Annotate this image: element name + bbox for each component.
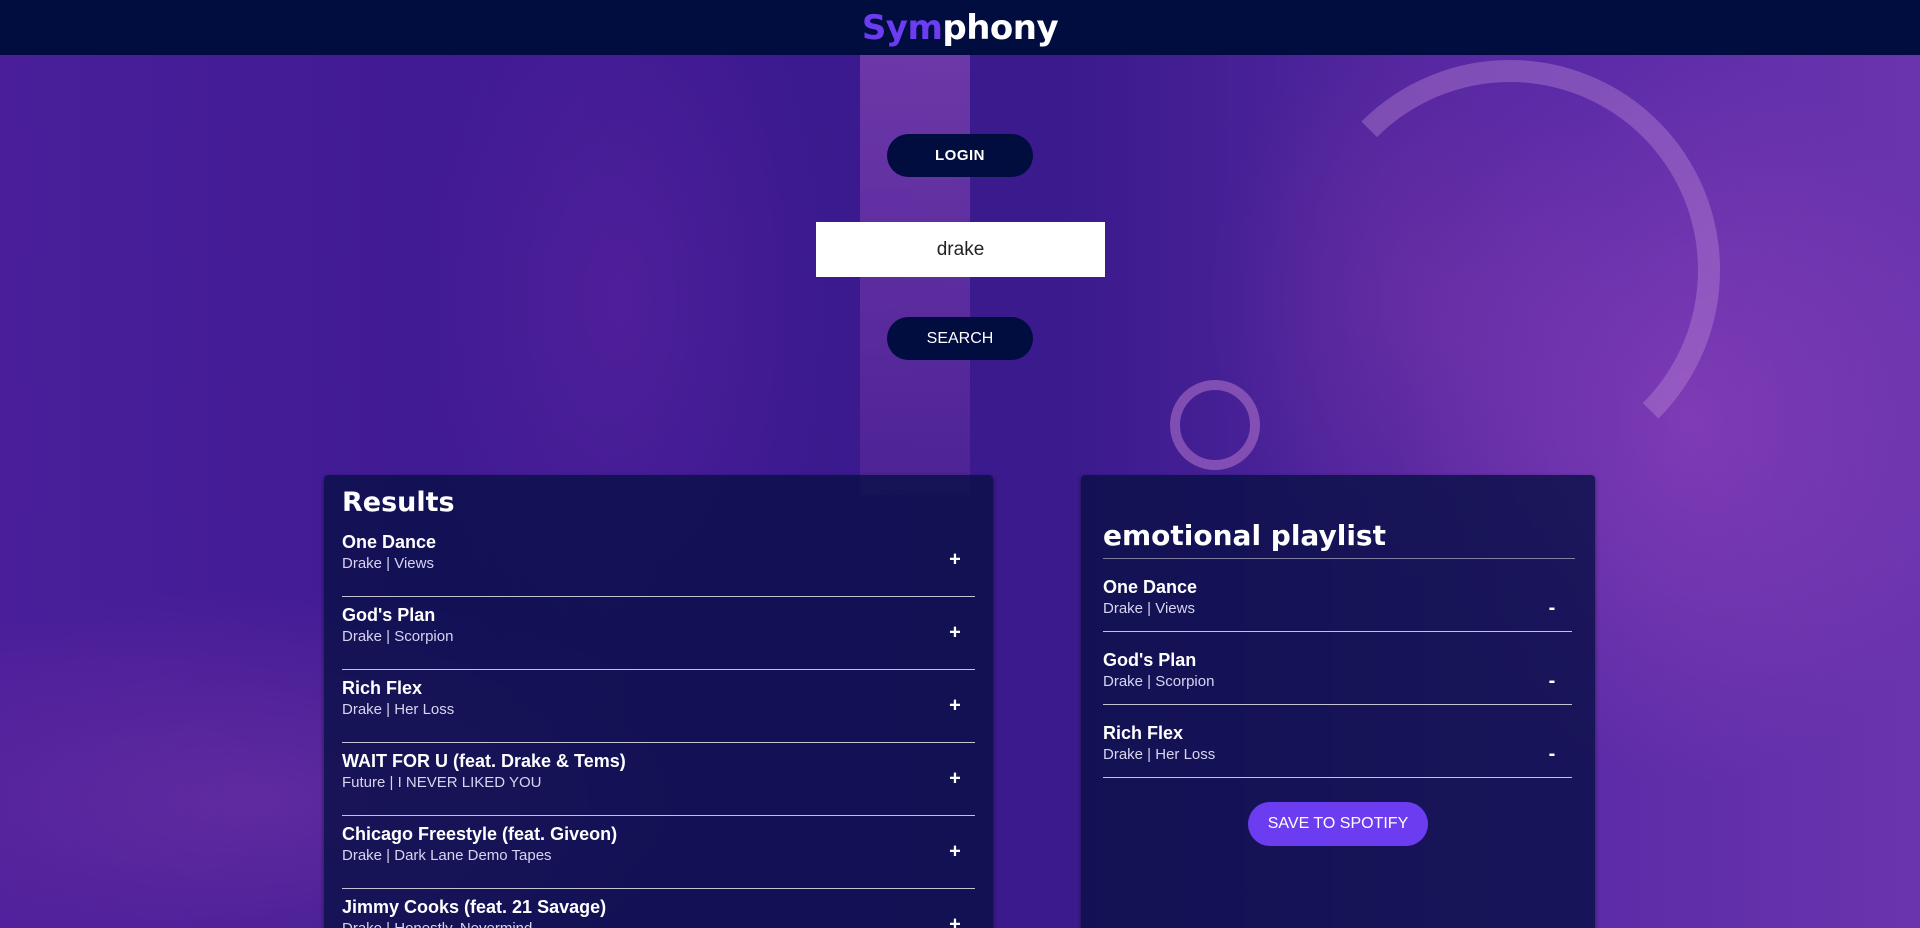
brand-logo: Symphony bbox=[861, 7, 1059, 48]
track-title: One Dance bbox=[342, 532, 437, 552]
track-meta: Drake | Views bbox=[1103, 600, 1195, 617]
track-title: Jimmy Cooks (feat. 21 Savage) bbox=[342, 897, 607, 917]
results-panel: Results One Dance Drake | Views + God's … bbox=[324, 475, 993, 928]
track-meta: Drake | Views bbox=[342, 555, 434, 572]
brand-text: phony bbox=[942, 7, 1059, 48]
track-meta: Drake | Scorpion bbox=[1103, 673, 1215, 690]
playlist-track: One Dance Drake | Views - bbox=[1103, 559, 1572, 632]
track-meta: Future | I NEVER LIKED YOU bbox=[342, 774, 542, 791]
add-track-button[interactable]: + bbox=[943, 914, 967, 928]
result-track: WAIT FOR U (feat. Drake & Tems) Future |… bbox=[342, 743, 975, 816]
result-track: Chicago Freestyle (feat. Giveon) Drake |… bbox=[342, 816, 975, 889]
playlist-track: God's Plan Drake | Scorpion - bbox=[1103, 632, 1572, 705]
playlist-list: One Dance Drake | Views - God's Plan Dra… bbox=[1103, 559, 1573, 778]
add-track-button[interactable]: + bbox=[943, 622, 967, 645]
save-to-spotify-button[interactable]: SAVE TO SPOTIFY bbox=[1248, 802, 1428, 846]
track-title: God's Plan bbox=[342, 605, 436, 625]
background-headphone-band bbox=[1300, 60, 1720, 480]
track-title: One Dance bbox=[1103, 577, 1198, 597]
background-headphone bbox=[1170, 380, 1260, 470]
track-title: Chicago Freestyle (feat. Giveon) bbox=[342, 824, 618, 844]
app-root: Symphony LOGIN SEARCH Results One Dance … bbox=[0, 0, 1920, 928]
add-track-button[interactable]: + bbox=[943, 841, 967, 864]
track-title: WAIT FOR U (feat. Drake & Tems) bbox=[342, 751, 626, 771]
remove-track-button[interactable]: - bbox=[1540, 597, 1564, 620]
top-bar: Symphony bbox=[0, 0, 1920, 55]
playlist-track: Rich Flex Drake | Her Loss - bbox=[1103, 705, 1572, 778]
result-track: God's Plan Drake | Scorpion + bbox=[342, 597, 975, 670]
result-track: One Dance Drake | Views + bbox=[342, 524, 975, 597]
track-meta: Drake | Her Loss bbox=[1103, 746, 1216, 763]
result-track: Rich Flex Drake | Her Loss + bbox=[342, 670, 975, 743]
result-track: Jimmy Cooks (feat. 21 Savage) Drake | Ho… bbox=[342, 889, 975, 928]
track-title: God's Plan bbox=[1103, 650, 1197, 670]
track-meta: Drake | Her Loss bbox=[342, 701, 455, 718]
search-button[interactable]: SEARCH bbox=[887, 317, 1033, 360]
playlist-name-input[interactable] bbox=[1103, 519, 1575, 559]
remove-track-button[interactable]: - bbox=[1540, 743, 1564, 766]
track-title: Rich Flex bbox=[1103, 723, 1184, 743]
search-input[interactable] bbox=[816, 222, 1105, 277]
remove-track-button[interactable]: - bbox=[1540, 670, 1564, 693]
add-track-button[interactable]: + bbox=[943, 768, 967, 791]
track-meta: Drake | Dark Lane Demo Tapes bbox=[342, 847, 552, 864]
login-button[interactable]: LOGIN bbox=[887, 134, 1033, 177]
brand-accent-text: Sym bbox=[861, 7, 943, 48]
add-track-button[interactable]: + bbox=[943, 695, 967, 718]
track-meta: Drake | Honestly, Nevermind bbox=[342, 920, 975, 928]
track-title: Rich Flex bbox=[342, 678, 423, 698]
playlist-panel: One Dance Drake | Views - God's Plan Dra… bbox=[1081, 475, 1595, 928]
results-title: Results bbox=[342, 487, 455, 518]
results-list: One Dance Drake | Views + God's Plan Dra… bbox=[342, 524, 975, 928]
add-track-button[interactable]: + bbox=[943, 549, 967, 572]
track-meta: Drake | Scorpion bbox=[342, 628, 454, 645]
